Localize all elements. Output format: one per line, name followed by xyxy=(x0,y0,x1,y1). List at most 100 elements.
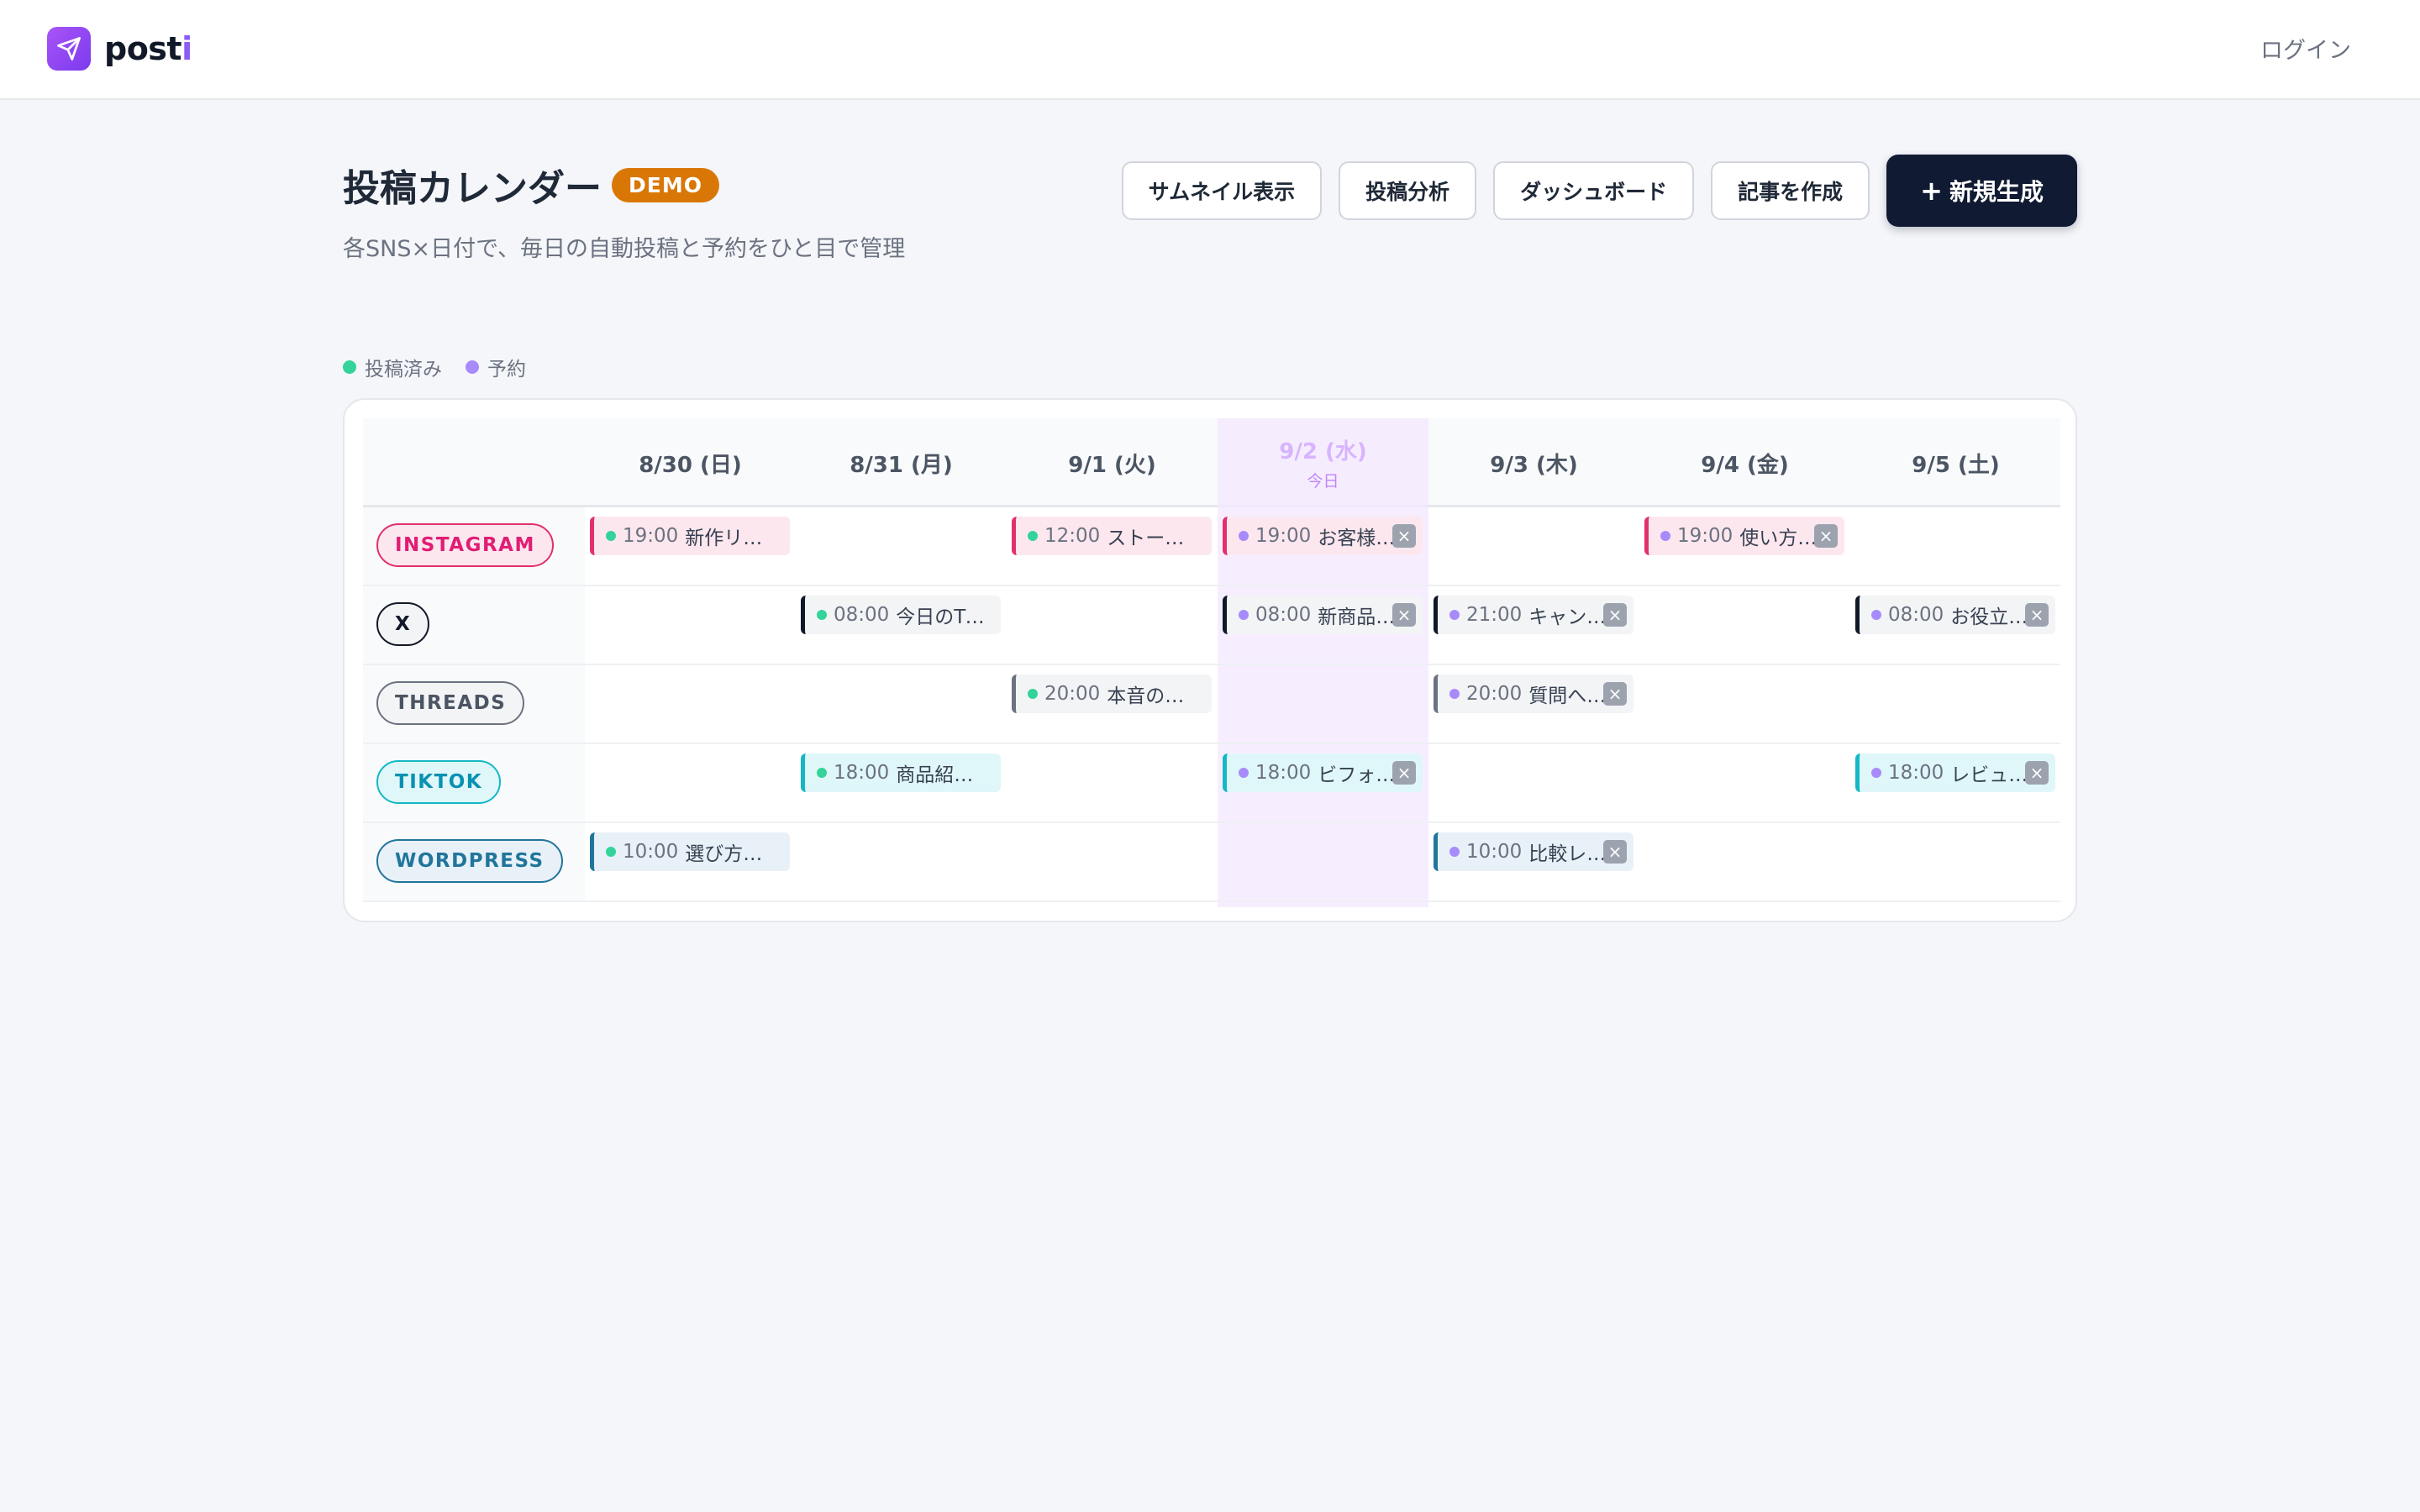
scheduled-dot-icon xyxy=(1871,768,1881,778)
post-time: 20:00 xyxy=(1466,683,1523,705)
post-time: 08:00 xyxy=(1255,604,1312,626)
login-link[interactable]: ログイン xyxy=(2260,32,2351,65)
day-header-label: 9/4 (金) xyxy=(1701,452,1789,478)
post-time: 19:00 xyxy=(623,525,679,547)
day-header[interactable]: 9/3 (木) xyxy=(1428,418,1639,507)
scheduled-dot-icon xyxy=(1239,768,1249,778)
platform-tag-wordpress[interactable]: WORDPRESS xyxy=(376,839,563,883)
post-time: 10:00 xyxy=(623,841,679,863)
legend-scheduled: 予約 xyxy=(466,353,526,381)
post-analytics-button[interactable]: 投稿分析 xyxy=(1339,161,1477,220)
day-header[interactable]: 9/2 (水) 今日 xyxy=(1218,418,1428,507)
post-time: 21:00 xyxy=(1466,604,1523,626)
demo-badge: DEMO xyxy=(612,167,719,202)
posted-dot-icon xyxy=(817,610,827,620)
scheduled-dot-icon xyxy=(1239,531,1249,541)
platform-tag-tiktok[interactable]: TIKTOK xyxy=(376,760,502,804)
scheduled-dot-icon xyxy=(1239,610,1249,620)
day-header[interactable]: 8/30 (日) xyxy=(585,418,796,507)
close-icon[interactable]: × xyxy=(1392,761,1416,785)
posted-dot-icon xyxy=(343,360,356,374)
top-nav: posti ログイン xyxy=(0,0,2420,100)
day-header-label: 9/3 (木) xyxy=(1490,452,1578,478)
posted-dot-icon xyxy=(1028,531,1038,541)
post-chip[interactable]: 20:00 質問への... × xyxy=(1434,675,1634,713)
dashboard-button[interactable]: ダッシュボード xyxy=(1493,161,1695,220)
post-chip[interactable]: 19:00 お客様の... × xyxy=(1223,517,1423,555)
post-time: 08:00 xyxy=(834,604,890,626)
post-title: 本音の投稿 xyxy=(1107,685,1204,707)
day-header-label: 9/1 (火) xyxy=(1068,452,1156,478)
day-header-label: 8/30 (日) xyxy=(639,452,742,478)
close-icon[interactable]: × xyxy=(1603,840,1627,864)
row-divider xyxy=(363,664,2060,665)
post-title: 新作リー... xyxy=(685,528,781,549)
day-header-label: 9/2 (水) xyxy=(1279,439,1367,465)
page-subtitle: 各SNS×日付で、毎日の自動投稿と予約をひと目で管理 xyxy=(343,236,906,262)
posted-dot-icon xyxy=(606,531,616,541)
post-chip[interactable]: 19:00 使い方を... × xyxy=(1644,517,1844,555)
row-divider xyxy=(363,900,2060,902)
calendar-card: 8/30 (日) 8/31 (月) 9/1 (火) 9/2 (水) 今日 9/3 (木) 9… xyxy=(343,398,2077,922)
close-icon[interactable]: × xyxy=(1392,524,1416,548)
post-chip[interactable]: 18:00 商品紹介... xyxy=(801,753,1001,792)
posted-dot-icon xyxy=(1028,689,1038,699)
close-icon[interactable]: × xyxy=(2025,603,2049,627)
posted-dot-icon xyxy=(817,768,827,778)
row-divider xyxy=(363,743,2060,744)
legend: 投稿済み 予約 xyxy=(343,353,526,381)
close-icon[interactable]: × xyxy=(2025,761,2049,785)
post-chip[interactable]: 21:00 キャンペ... × xyxy=(1434,596,1634,634)
page-title: 投稿カレンダー xyxy=(343,167,602,210)
new-generate-button[interactable]: + 新規生成 xyxy=(1886,155,2077,227)
post-chip[interactable]: 19:00 新作リー... xyxy=(590,517,790,555)
post-time: 19:00 xyxy=(1255,525,1312,547)
scheduled-dot-icon xyxy=(1871,610,1881,620)
post-time: 12:00 xyxy=(1044,525,1101,547)
post-time: 08:00 xyxy=(1888,604,1944,626)
scheduled-dot-icon xyxy=(1449,610,1460,620)
post-chip[interactable]: 10:00 比較レビ... × xyxy=(1434,832,1634,871)
paper-plane-icon xyxy=(47,27,91,71)
day-header-label: 9/5 (土) xyxy=(1912,452,2000,478)
post-title: 今日のTips xyxy=(896,606,993,628)
row-divider xyxy=(363,585,2060,586)
day-header[interactable]: 8/31 (月) xyxy=(796,418,1007,507)
post-title: ストーリ... xyxy=(1107,528,1203,549)
plus-icon: + xyxy=(1920,175,1943,207)
close-icon[interactable]: × xyxy=(1814,524,1838,548)
legend-posted-label: 投稿済み xyxy=(365,359,442,381)
post-chip[interactable]: 18:00 ビフォー... × xyxy=(1223,753,1423,792)
close-icon[interactable]: × xyxy=(1603,603,1627,627)
post-chip[interactable]: 10:00 選び方ガ... xyxy=(590,832,790,871)
scheduled-dot-icon xyxy=(1449,689,1460,699)
post-chip[interactable]: 08:00 新商品ス... × xyxy=(1223,596,1423,634)
close-icon[interactable]: × xyxy=(1603,682,1627,706)
scheduled-dot-icon xyxy=(1449,847,1460,857)
header-actions: サムネイル表示 投稿分析 ダッシュボード 記事を作成 + 新規生成 xyxy=(1121,155,2077,227)
post-chip[interactable]: 20:00 本音の投稿 xyxy=(1012,675,1212,713)
logo[interactable]: posti xyxy=(47,27,192,71)
page-title-group: 投稿カレンダー DEMO xyxy=(343,158,719,212)
legend-scheduled-label: 予約 xyxy=(487,359,526,381)
post-chip[interactable]: 18:00 レビュー... × xyxy=(1855,753,2055,792)
day-header[interactable]: 9/4 (金) xyxy=(1639,418,1850,507)
day-header[interactable]: 9/1 (火) xyxy=(1007,418,1218,507)
post-chip[interactable]: 08:00 今日のTips xyxy=(801,596,1001,634)
new-generate-label: 新規生成 xyxy=(1949,178,2044,206)
platform-tag-x[interactable]: X xyxy=(376,602,430,646)
post-time: 10:00 xyxy=(1466,841,1523,863)
posted-dot-icon xyxy=(606,847,616,857)
create-article-button[interactable]: 記事を作成 xyxy=(1711,161,1870,220)
post-title: 選び方ガ... xyxy=(685,843,781,865)
close-icon[interactable]: × xyxy=(1392,603,1416,627)
thumbnail-view-button[interactable]: サムネイル表示 xyxy=(1121,161,1323,220)
post-title: 商品紹介... xyxy=(896,764,992,786)
post-chip[interactable]: 12:00 ストーリ... xyxy=(1012,517,1212,555)
post-time: 18:00 xyxy=(1888,762,1944,784)
platform-tag-instagram[interactable]: INSTAGRAM xyxy=(376,523,554,567)
platform-tag-threads[interactable]: THREADS xyxy=(376,681,525,725)
post-chip[interactable]: 08:00 お役立ち... × xyxy=(1855,596,2055,634)
row-divider xyxy=(363,822,2060,823)
day-header[interactable]: 9/5 (土) xyxy=(1850,418,2061,507)
